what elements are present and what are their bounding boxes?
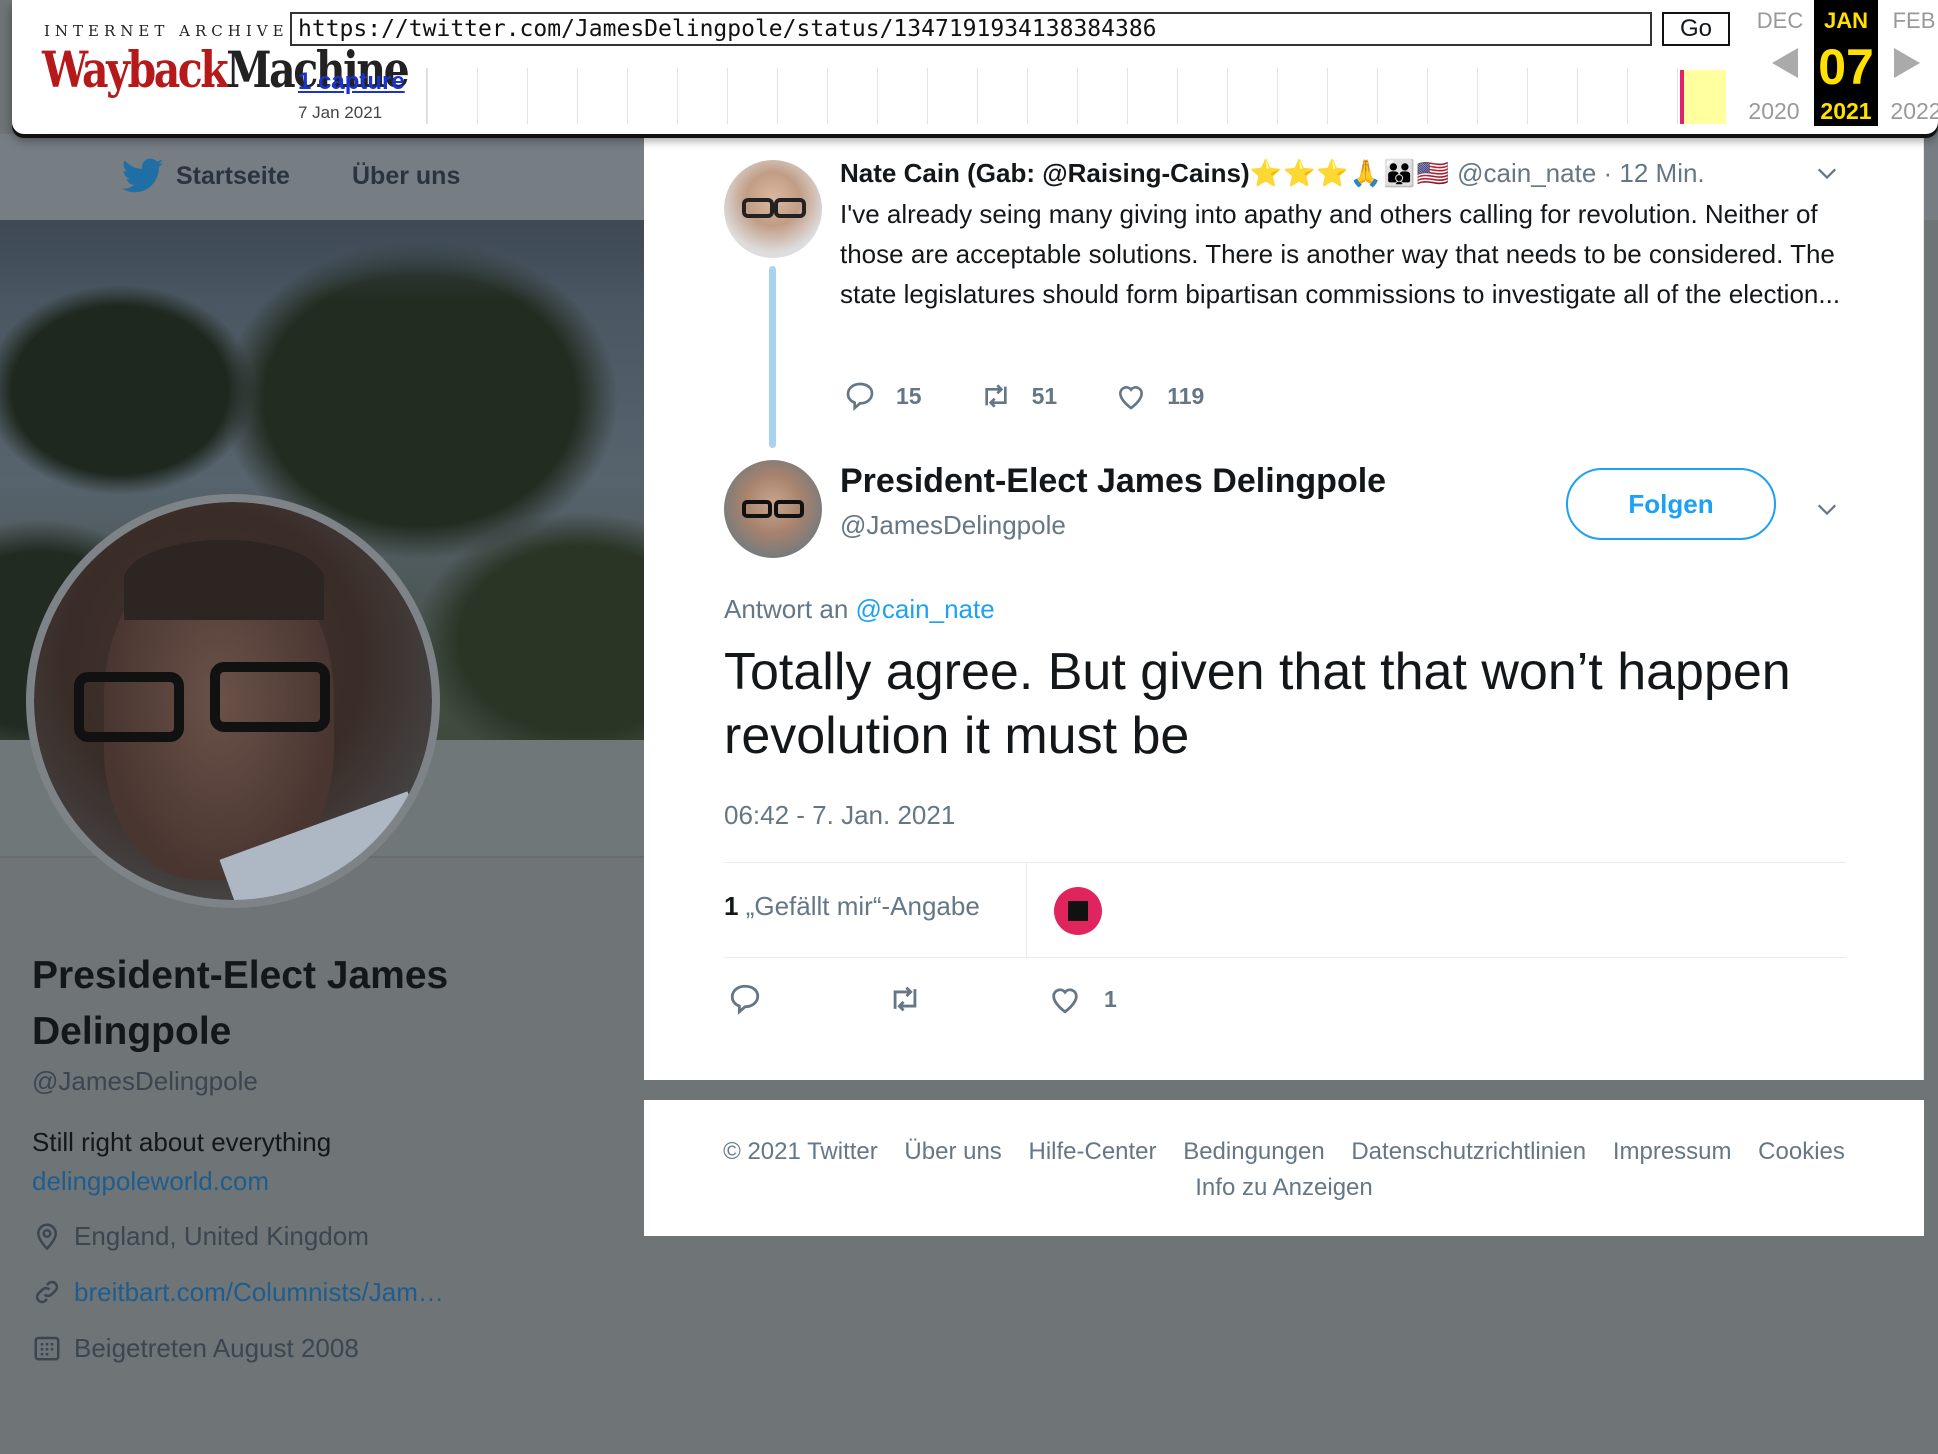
captures-link[interactable]: 1 capture <box>298 68 405 96</box>
profile-name[interactable]: President-Elect James Delingpole <box>32 948 572 1060</box>
capture-sparkline[interactable] <box>426 68 1726 124</box>
footer-links: © 2021 Twitter Über uns Hilfe-Center Bed… <box>644 1134 1924 1206</box>
chevron-down-icon[interactable] <box>1816 498 1838 520</box>
context-tweet-actions: 15 51 119 <box>844 380 1262 412</box>
joined-text: Beigetreten August 2008 <box>74 1332 359 1363</box>
profile-link: breitbart.com/Columnists/Jam… <box>32 1275 632 1309</box>
twitter-bird-icon[interactable] <box>122 158 164 194</box>
conversation-thread-line <box>769 266 776 448</box>
current-day: 07 <box>1818 39 1874 95</box>
retweet-icon <box>893 986 917 1012</box>
heart-icon <box>1052 988 1078 1014</box>
link-icon <box>35 1280 59 1304</box>
retweet-icon <box>984 384 1007 408</box>
profile-avatar[interactable] <box>26 494 440 908</box>
context-retweet-count: 51 <box>1031 382 1058 409</box>
chevron-down-icon[interactable] <box>1816 162 1838 184</box>
banner-sky <box>0 220 646 300</box>
footer: © 2021 Twitter Über uns Hilfe-Center Bed… <box>644 1100 1924 1236</box>
location-text: England, United Kingdom <box>74 1220 369 1251</box>
context-tweet-emojis: ⭐⭐⭐🙏👪🇺🇸 <box>1249 158 1450 188</box>
footer-cookies-link[interactable]: Cookies <box>1758 1138 1845 1165</box>
footer-help-link[interactable]: Hilfe-Center <box>1028 1138 1156 1165</box>
wayback-url-input[interactable]: https://twitter.com/JamesDelingpole/stat… <box>290 12 1652 46</box>
calendar-icon <box>34 1336 60 1361</box>
like-stat-count: 1 <box>724 891 739 921</box>
context-reply-button[interactable]: 15 <box>844 380 922 412</box>
next-month-label[interactable]: FEB <box>1882 8 1938 34</box>
profile-location: England, United Kingdom <box>32 1219 632 1253</box>
profile-website-link[interactable]: delingpoleworld.com <box>32 1166 632 1197</box>
profile-joined: Beigetreten August 2008 <box>32 1331 632 1365</box>
sparkline-capture-marker[interactable] <box>1680 70 1726 124</box>
footer-imprint-link[interactable]: Impressum <box>1613 1138 1732 1165</box>
main-tweet-author-name[interactable]: President-Elect James Delingpole <box>840 462 1386 501</box>
footer-privacy-link[interactable]: Datenschutzrichtlinien <box>1351 1138 1586 1165</box>
context-tweet-handle[interactable]: @cain_nate <box>1457 158 1596 188</box>
context-avatar-glasses-left <box>742 198 774 218</box>
liker-avatar[interactable] <box>1054 887 1102 935</box>
profile-handle[interactable]: @JamesDelingpole <box>32 1066 632 1097</box>
main-tweet-author-handle[interactable]: @JamesDelingpole <box>840 510 1066 541</box>
context-like-button[interactable]: 119 <box>1115 380 1204 412</box>
context-tweet-avatar[interactable] <box>724 160 822 258</box>
reply-to-line: Antwort an @cain_nate <box>724 594 995 625</box>
avatar-hair <box>124 540 324 620</box>
tweet-stats: 1 „Gefällt mir“-Angabe <box>724 862 1846 958</box>
like-button[interactable]: 1 <box>1048 982 1117 1016</box>
prev-capture-arrow-icon[interactable] <box>1772 48 1798 78</box>
follow-button[interactable]: Folgen <box>1566 468 1776 540</box>
go-button[interactable]: Go <box>1662 12 1730 46</box>
footer-about-link[interactable]: Über uns <box>904 1138 1001 1165</box>
capture-date: 7 Jan 2021 <box>298 103 383 122</box>
next-year-label[interactable]: 2022 <box>1884 98 1938 125</box>
like-stat[interactable]: 1 „Gefällt mir“-Angabe <box>724 891 980 922</box>
profile-info: President-Elect James Delingpole @JamesD… <box>32 948 632 1365</box>
footer-terms-link[interactable]: Bedingungen <box>1183 1138 1324 1165</box>
main-tweet-text: Totally agree. But given that that won’t… <box>724 643 1791 765</box>
wayback-toolbar: INTERNET ARCHIVE WaybackMachine https://… <box>12 0 1938 134</box>
nav-about-link[interactable]: Über uns <box>352 162 460 191</box>
like-count: 1 <box>1104 985 1117 1012</box>
context-tweet-text: I've already seing many giving into apat… <box>840 199 1841 309</box>
main-tweet-timestamp[interactable]: 06:42 - 7. Jan. 2021 <box>724 800 955 831</box>
context-like-count: 119 <box>1167 382 1205 409</box>
reply-icon <box>730 984 760 1015</box>
footer-copyright: © 2021 Twitter <box>723 1138 878 1165</box>
context-tweet-name[interactable]: Nate Cain (Gab: @Raising-Cains) <box>840 158 1250 188</box>
internet-archive-label: INTERNET ARCHIVE <box>44 22 289 40</box>
profile-bio: Still right about everything <box>32 1127 332 1157</box>
nav-home-link[interactable]: Startseite <box>176 162 290 191</box>
context-avatar-glasses-right <box>774 198 806 218</box>
context-tweet-time[interactable]: · 12 Min. <box>1604 158 1705 188</box>
avatar-glasses-right <box>210 662 330 732</box>
stats-divider <box>1026 863 1027 957</box>
reply-to-prefix: Antwort an <box>724 594 849 624</box>
heart-icon <box>1119 386 1144 410</box>
like-stat-label: „Gefällt mir“-Angabe <box>745 891 980 921</box>
current-year-label: 2021 <box>1820 98 1872 124</box>
main-avatar-glasses-left <box>742 500 772 518</box>
context-reply-count: 15 <box>896 382 922 409</box>
main-tweet-avatar[interactable] <box>724 460 822 558</box>
liker-avatar-square <box>1068 901 1088 921</box>
prev-month-label[interactable]: DEC <box>1748 8 1812 34</box>
retweet-button[interactable] <box>888 982 922 1016</box>
avatar-glasses-left <box>74 672 184 742</box>
next-capture-arrow-icon[interactable] <box>1894 48 1920 78</box>
reply-to-handle[interactable]: @cain_nate <box>856 594 995 624</box>
reply-button[interactable] <box>728 982 762 1016</box>
profile-link-text[interactable]: breitbart.com/Columnists/Jam… <box>74 1277 444 1308</box>
tweet-permalink-modal: Nate Cain (Gab: @Raising-Cains)⭐⭐⭐🙏👪🇺🇸 @… <box>644 134 1924 1080</box>
location-icon <box>36 1223 58 1251</box>
current-month-label: JAN <box>1823 8 1868 33</box>
context-tweet-header: Nate Cain (Gab: @Raising-Cains)⭐⭐⭐🙏👪🇺🇸 @… <box>840 158 1705 189</box>
main-avatar-glasses-right <box>774 500 804 518</box>
prev-year-label[interactable]: 2020 <box>1742 98 1806 125</box>
main-tweet-actions: 1 <box>728 982 1117 1016</box>
footer-ads-link[interactable]: Info zu Anzeigen <box>1195 1174 1372 1201</box>
context-retweet-button[interactable]: 51 <box>980 380 1058 412</box>
reply-icon <box>846 382 874 411</box>
